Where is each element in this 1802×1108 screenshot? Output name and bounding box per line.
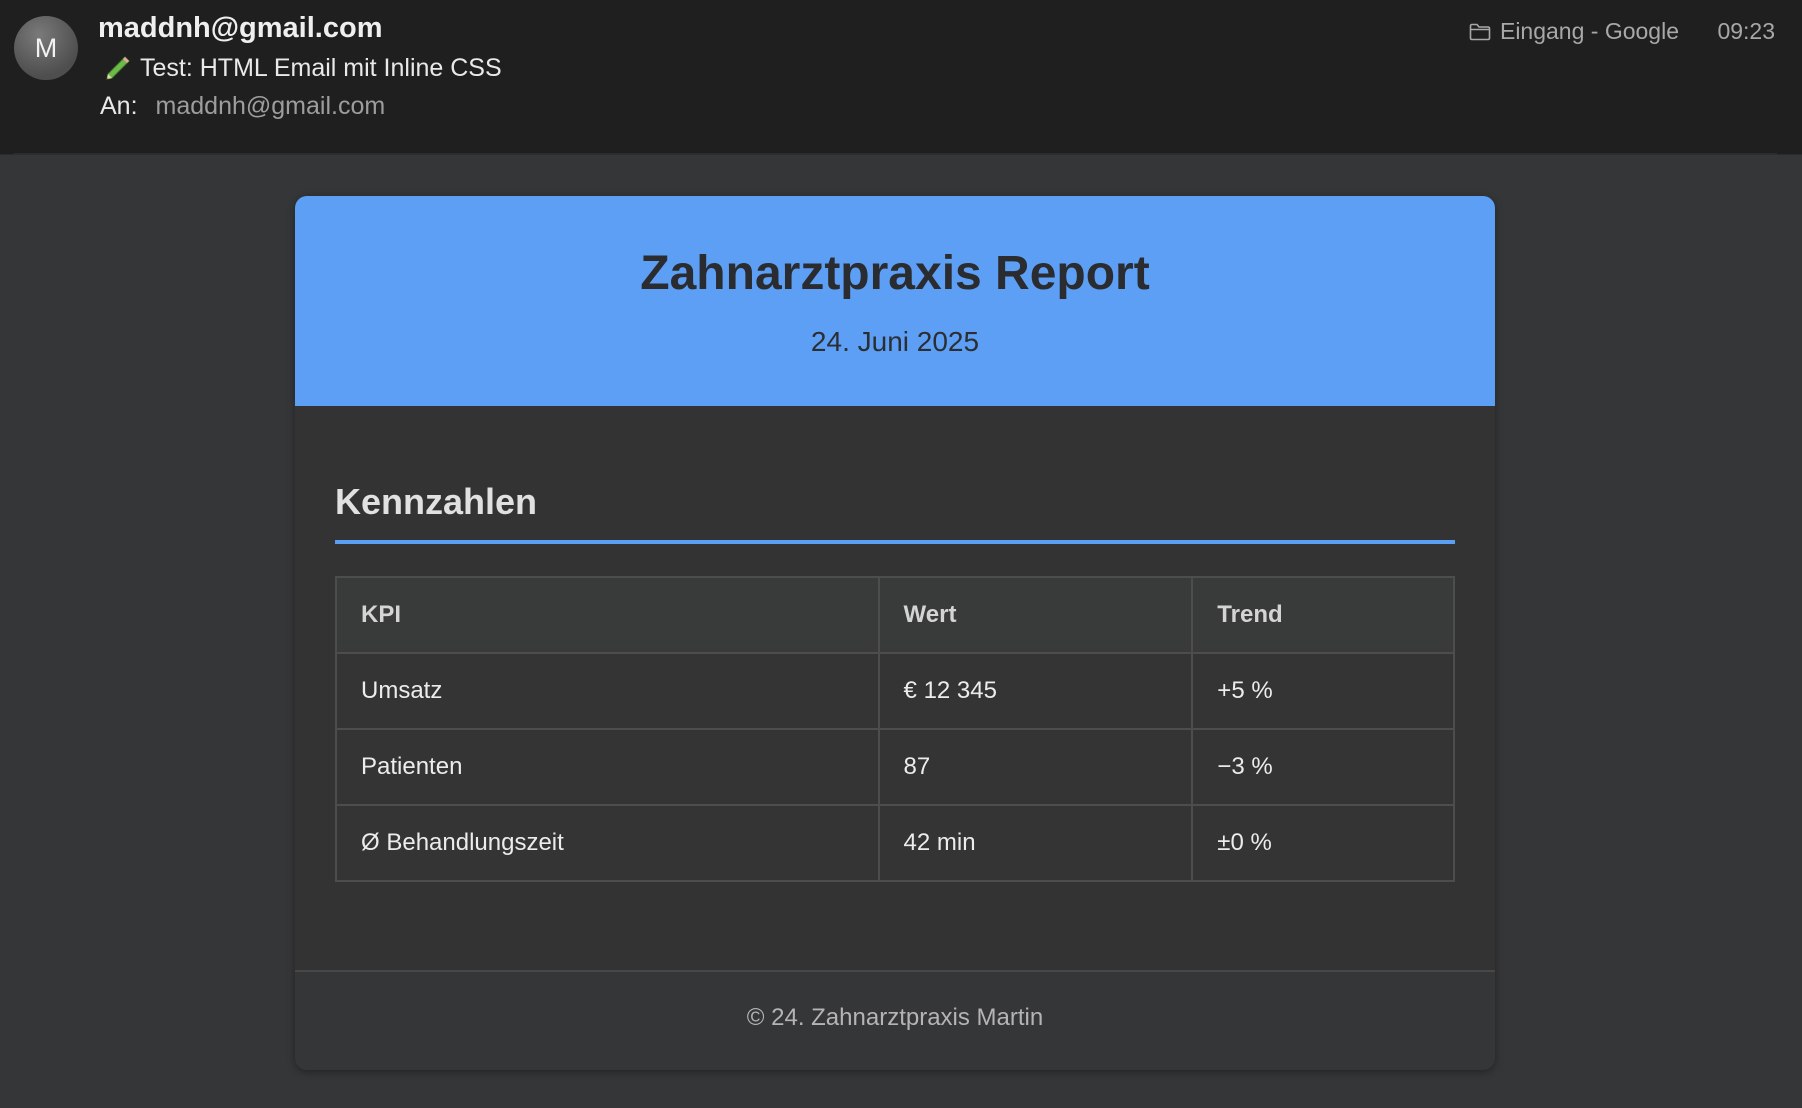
to-label: An: bbox=[100, 92, 138, 120]
table-row: Ø Behandlungszeit 42 min ±0 % bbox=[335, 804, 1455, 882]
report-banner: Zahnarztpraxis Report 24. Juni 2025 bbox=[295, 196, 1495, 406]
report-date: 24. Juni 2025 bbox=[810, 326, 980, 357]
table-cell-trend: ±0 % bbox=[1191, 804, 1455, 882]
table-cell-trend: −3 % bbox=[1191, 728, 1455, 806]
table-cell-trend: +5 % bbox=[1191, 652, 1455, 730]
table-cell-wert: 42 min bbox=[877, 804, 1194, 882]
table-header-row: KPI Wert Trend bbox=[335, 576, 1455, 654]
footer-text: © 24. Zahnarztpraxis Martin bbox=[746, 1004, 1044, 1031]
avatar[interactable]: M bbox=[14, 16, 78, 80]
table-cell-kpi: Umsatz bbox=[335, 652, 880, 730]
subject-text: Test: HTML Email mit Inline CSS bbox=[140, 53, 502, 82]
mailbox-folder[interactable]: Eingang - Google bbox=[1469, 18, 1679, 45]
header-divider bbox=[14, 153, 1777, 155]
report-title: Zahnarztpraxis Report bbox=[640, 247, 1150, 300]
table-cell-wert: 87 bbox=[877, 728, 1194, 806]
section-divider bbox=[335, 540, 1455, 544]
table-row: Patienten 87 −3 % bbox=[335, 728, 1455, 806]
report-card: Zahnarztpraxis Report 24. Juni 2025 Kenn… bbox=[295, 196, 1495, 1070]
email-header: M maddnh@gmail.com Test: HTML Email mit … bbox=[0, 0, 1802, 155]
email-subject: Test: HTML Email mit Inline CSS bbox=[102, 53, 502, 83]
recipient-address[interactable]: maddnh@gmail.com bbox=[156, 92, 386, 121]
sender-address[interactable]: maddnh@gmail.com bbox=[98, 12, 382, 45]
table-cell-kpi: Patienten bbox=[335, 728, 880, 806]
column-header-kpi: KPI bbox=[335, 576, 880, 654]
folder-icon bbox=[1469, 23, 1491, 40]
folder-label: Eingang - Google bbox=[1499, 18, 1679, 44]
table-cell-wert: € 12 345 bbox=[877, 652, 1194, 730]
table-cell-kpi: Ø Behandlungszeit bbox=[335, 804, 880, 882]
table-row: Umsatz € 12 345 +5 % bbox=[335, 652, 1455, 730]
report-footer: © 24. Zahnarztpraxis Martin bbox=[295, 970, 1495, 1070]
avatar-initial: M bbox=[34, 32, 58, 63]
column-header-wert: Wert bbox=[877, 576, 1194, 654]
recipient-row: An: maddnh@gmail.com bbox=[100, 92, 385, 121]
received-time: 09:23 bbox=[1717, 18, 1775, 44]
column-header-trend: Trend bbox=[1191, 576, 1455, 654]
pencil-icon bbox=[106, 56, 130, 80]
kpi-table: KPI Wert Trend Umsatz € 12 345 +5 % Pati… bbox=[335, 576, 1455, 882]
section-title: Kennzahlen bbox=[335, 481, 538, 522]
